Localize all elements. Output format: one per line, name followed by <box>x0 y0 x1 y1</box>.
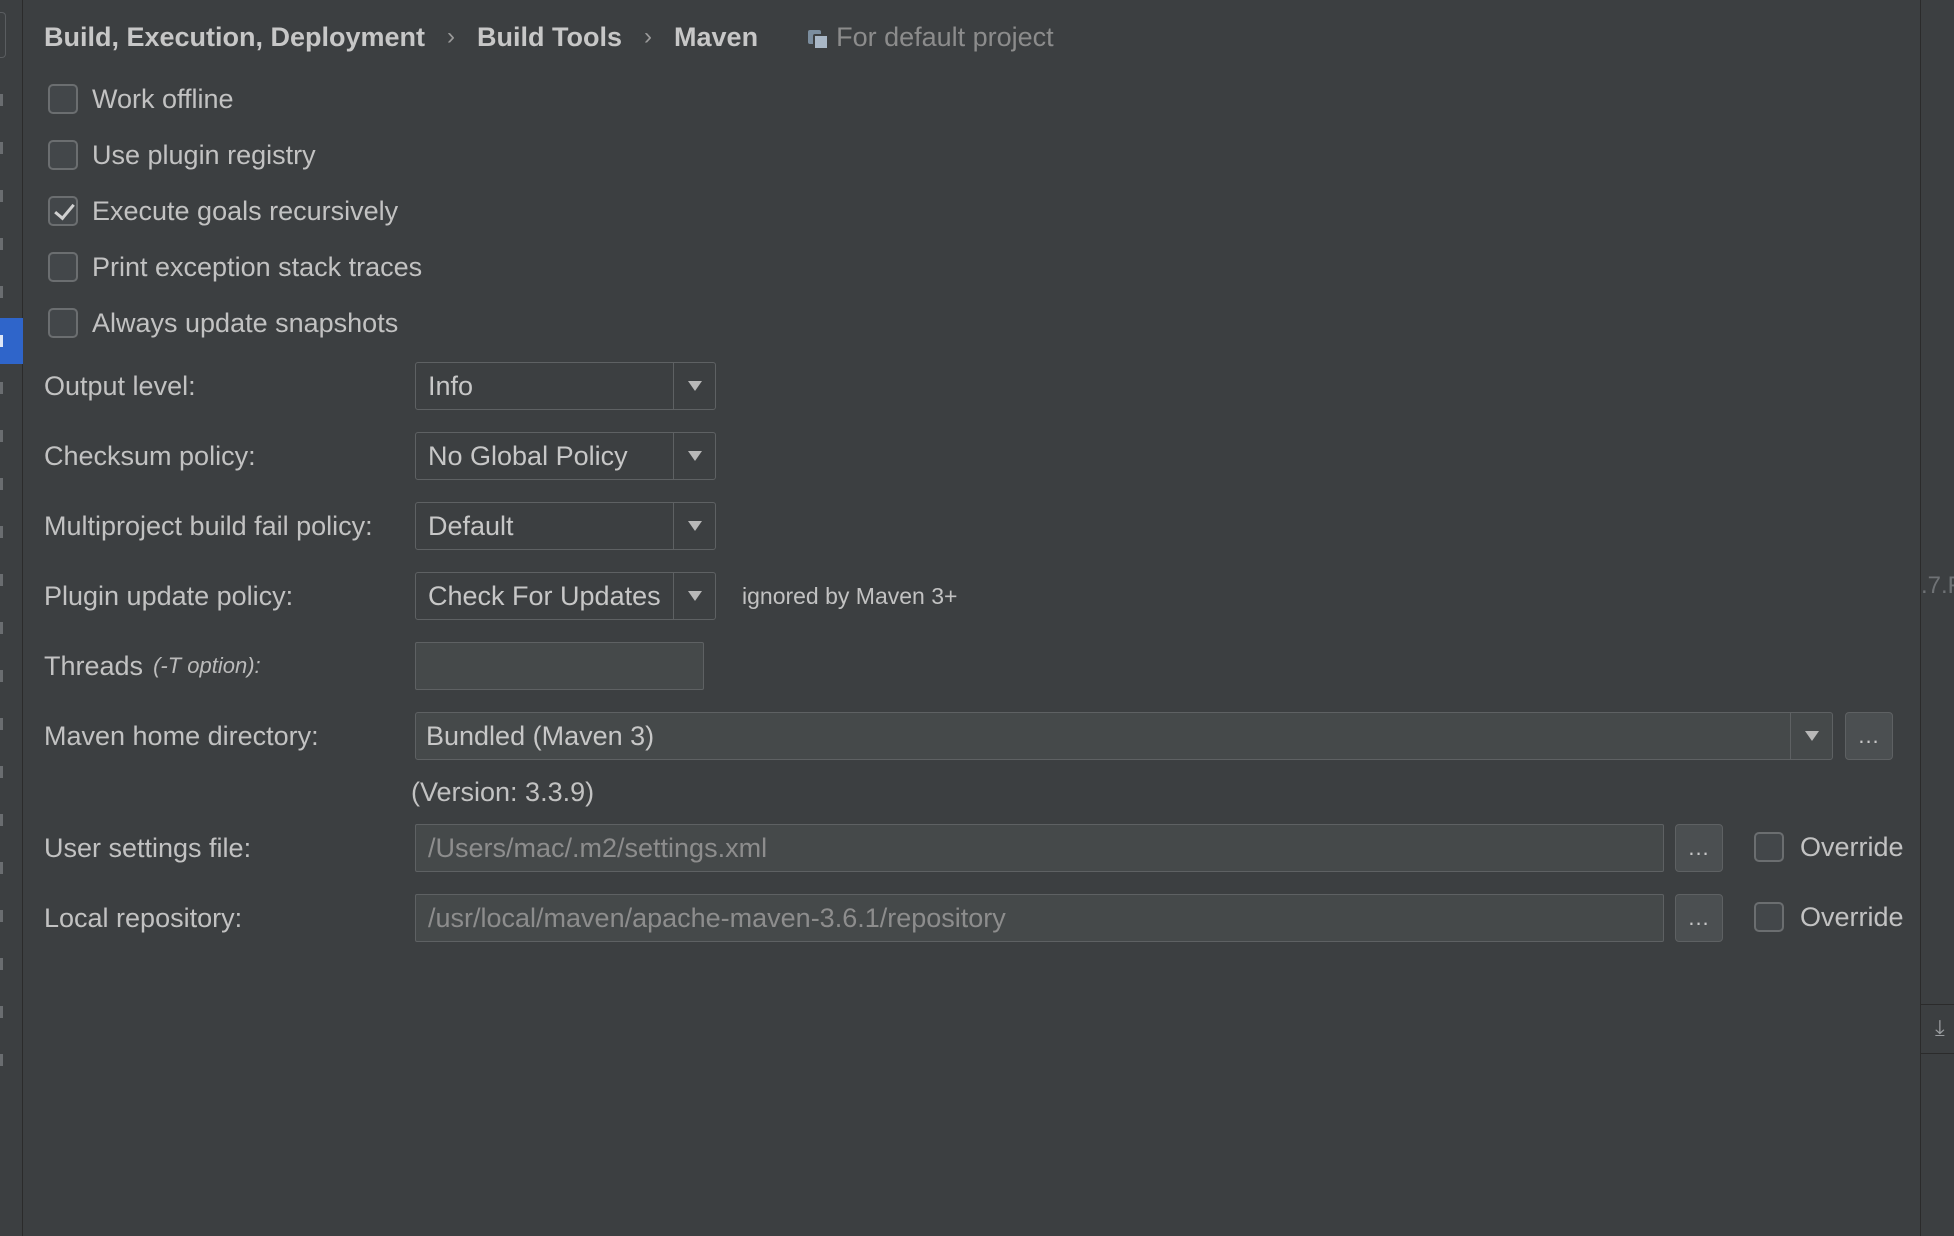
checkbox-label: Use plugin registry <box>92 139 316 170</box>
tree-item-selected[interactable] <box>0 318 23 364</box>
use-plugin-registry-checkbox[interactable]: Use plugin registry <box>48 137 316 173</box>
select-value: No Global Policy <box>428 440 628 471</box>
plugin-update-note: ignored by Maven 3+ <box>742 582 958 609</box>
work-offline-checkbox[interactable]: Work offline <box>48 81 234 117</box>
checkbox-label: Work offline <box>92 83 234 114</box>
maven-home-browse-button[interactable]: ... <box>1845 712 1893 760</box>
plugin-update-policy-select[interactable]: Check For Updates <box>415 572 716 620</box>
tree-item-marker[interactable] <box>0 718 3 730</box>
settings-tree-strip <box>0 0 23 1236</box>
tree-item-marker[interactable] <box>0 94 3 106</box>
download-icon: ⤓ <box>1935 1015 1945 1040</box>
checkbox-box[interactable] <box>1754 832 1784 862</box>
tree-item-marker[interactable] <box>0 910 3 922</box>
maven-home-select[interactable]: Bundled (Maven 3) <box>415 712 1833 760</box>
print-exception-stack-traces-checkbox[interactable]: Print exception stack traces <box>48 249 422 285</box>
multiproject-policy-label: Multiproject build fail policy: <box>44 510 373 541</box>
override-label: Override <box>1800 901 1904 932</box>
checkbox-label: Execute goals recursively <box>92 195 399 226</box>
maven-settings-panel: .7.F ⤓ Build, Execution, Deployment › Bu… <box>0 0 1954 1236</box>
checksum-policy-label: Checksum policy: <box>44 440 256 471</box>
checkbox-box-checked[interactable] <box>48 196 78 226</box>
tree-item-marker[interactable] <box>0 862 3 874</box>
checkbox-box[interactable] <box>48 252 78 282</box>
user-settings-override-checkbox[interactable]: Override <box>1754 829 1904 865</box>
select-value: Bundled (Maven 3) <box>426 720 655 751</box>
maven-version-label: (Version: 3.3.9) <box>411 776 595 807</box>
tree-item-marker[interactable] <box>0 574 3 586</box>
checksum-policy-select[interactable]: No Global Policy <box>415 432 716 480</box>
tree-item-marker[interactable] <box>0 286 3 298</box>
scope-label: For default project <box>836 21 1054 52</box>
local-repository-override-checkbox[interactable]: Override <box>1754 899 1904 935</box>
download-button[interactable]: ⤓ <box>1921 1004 1954 1054</box>
local-repository-input[interactable]: /usr/local/maven/apache-maven-3.6.1/repo… <box>415 894 1664 942</box>
tree-item-marker[interactable] <box>0 1054 3 1066</box>
breadcrumb-item-maven: Maven <box>674 21 759 52</box>
tree-item-marker[interactable] <box>0 670 3 682</box>
threads-label-text: Threads <box>44 650 144 681</box>
local-repository-browse-button[interactable]: ... <box>1675 894 1723 942</box>
tree-item-marker[interactable] <box>0 142 3 154</box>
tree-item-marker[interactable] <box>0 526 3 538</box>
user-settings-browse-button[interactable]: ... <box>1675 824 1723 872</box>
breadcrumb-separator: › <box>447 23 456 50</box>
output-level-select[interactable]: Info <box>415 362 716 410</box>
checkbox-box[interactable] <box>48 140 78 170</box>
breadcrumb-item-build-tools[interactable]: Build Tools <box>477 22 622 53</box>
breadcrumb: Build, Execution, Deployment › Build Too… <box>44 17 1054 57</box>
checkbox-box[interactable] <box>1754 902 1784 932</box>
breadcrumb-item-build-execution[interactable]: Build, Execution, Deployment <box>44 22 425 53</box>
user-settings-label: User settings file: <box>44 832 252 863</box>
tree-item-marker[interactable] <box>0 478 3 490</box>
user-settings-input[interactable]: /Users/mac/.m2/settings.xml <box>415 824 1664 872</box>
threads-hint: (-T option): <box>153 653 261 678</box>
threads-input[interactable] <box>415 642 704 690</box>
checkbox-box[interactable] <box>48 308 78 338</box>
tree-item-marker[interactable] <box>0 190 3 202</box>
tree-item-marker[interactable] <box>0 238 3 250</box>
multiproject-policy-select[interactable]: Default <box>415 502 716 550</box>
output-level-label: Output level: <box>44 370 196 401</box>
tree-item-marker[interactable] <box>0 622 3 634</box>
breadcrumb-separator: › <box>644 23 653 50</box>
clipped-text: .7.F <box>1921 572 1954 599</box>
tree-item-marker[interactable] <box>0 382 3 394</box>
checkbox-label: Print exception stack traces <box>92 251 423 282</box>
tree-item-marker[interactable] <box>0 958 3 970</box>
select-value: Info <box>428 370 474 401</box>
checkbox-label: Always update snapshots <box>92 307 399 338</box>
tree-item-marker[interactable] <box>0 1006 3 1018</box>
select-value: Check For Updates <box>428 580 661 611</box>
tree-scroll-nub[interactable] <box>0 12 6 58</box>
tree-item-marker[interactable] <box>0 814 3 826</box>
chevron-down-icon[interactable] <box>1790 713 1832 759</box>
chevron-down-icon[interactable] <box>673 433 715 479</box>
tree-item-marker[interactable] <box>0 430 3 442</box>
local-repository-label: Local repository: <box>44 902 243 933</box>
threads-label: Threads (-T option): <box>44 642 261 690</box>
chevron-down-icon[interactable] <box>673 573 715 619</box>
maven-home-label: Maven home directory: <box>44 720 319 751</box>
tree-item-marker[interactable] <box>0 766 3 778</box>
right-side-strip: .7.F ⤓ <box>1920 0 1954 1236</box>
select-value: Default <box>428 510 514 541</box>
override-label: Override <box>1800 831 1904 862</box>
execute-goals-recursively-checkbox[interactable]: Execute goals recursively <box>48 193 398 229</box>
checkbox-box[interactable] <box>48 84 78 114</box>
chevron-down-icon[interactable] <box>673 363 715 409</box>
always-update-snapshots-checkbox[interactable]: Always update snapshots <box>48 305 398 341</box>
plugin-update-policy-label: Plugin update policy: <box>44 580 294 611</box>
chevron-down-icon[interactable] <box>673 503 715 549</box>
project-icon <box>808 28 830 50</box>
